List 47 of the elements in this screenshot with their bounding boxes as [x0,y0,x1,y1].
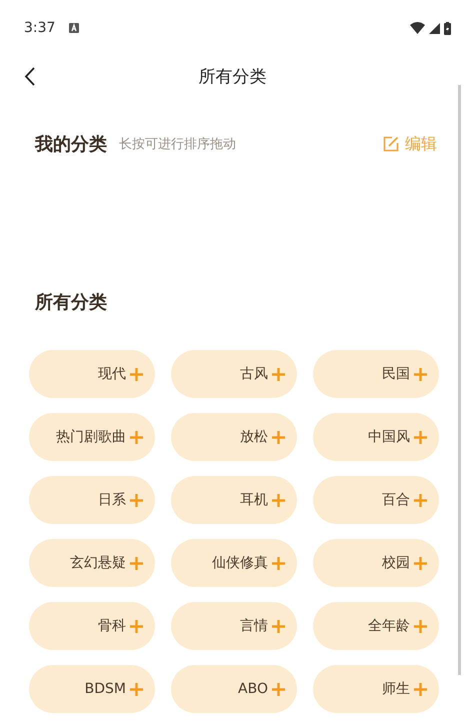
category-chip[interactable]: 仙侠修真 [171,539,297,587]
plus-icon [414,682,427,696]
category-chip[interactable]: 师生 [313,665,439,713]
section-title: 所有分类 [35,292,107,313]
plus-icon [130,368,143,380]
plus-icon [130,682,143,696]
category-chip[interactable]: ABO [171,665,297,713]
section-title: 我的分类 [35,133,107,156]
category-chip[interactable]: 骨科 [29,602,155,650]
plus-icon [272,682,285,696]
category-chip[interactable]: 耳机 [171,476,297,524]
plus-icon [414,494,427,506]
category-chip[interactable]: 民国 [313,350,439,398]
category-chip[interactable]: 校园 [313,539,439,587]
plus-icon [414,556,427,570]
plus-icon [414,368,427,380]
plus-icon [130,556,143,570]
category-chip[interactable]: 放松 [171,413,297,461]
category-chip[interactable]: 古风 [171,350,297,398]
category-chip[interactable]: BDSM [29,665,155,713]
category-chip[interactable]: 热门剧歌曲 [29,413,155,461]
edit-icon [383,136,399,152]
plus-icon [130,620,143,632]
category-chip[interactable]: 全年龄 [313,602,439,650]
category-chip[interactable]: 日系 [29,476,155,524]
plus-icon [414,620,427,632]
notification-icon [69,23,80,33]
plus-icon [272,620,285,632]
back-icon[interactable] [24,67,36,86]
plus-icon [272,430,285,444]
category-chip[interactable]: 玄幻悬疑 [29,539,155,587]
plus-icon [130,430,143,444]
plus-icon [272,556,285,570]
wifi-icon [410,22,425,34]
plus-icon [272,494,285,506]
status-time: 3:37 [24,20,56,36]
plus-icon [272,368,285,380]
plus-icon [414,430,427,444]
category-chip[interactable]: 中国风 [313,413,439,461]
page-title: 所有分类 [198,66,266,88]
plus-icon [130,494,143,506]
hint-text: 长按可进行排序拖动 [119,136,236,153]
category-chip[interactable]: 现代 [29,350,155,398]
category-chip[interactable]: 百合 [313,476,439,524]
category-chip[interactable]: 言情 [171,602,297,650]
battery-icon [444,22,451,34]
signal-icon [429,22,440,34]
